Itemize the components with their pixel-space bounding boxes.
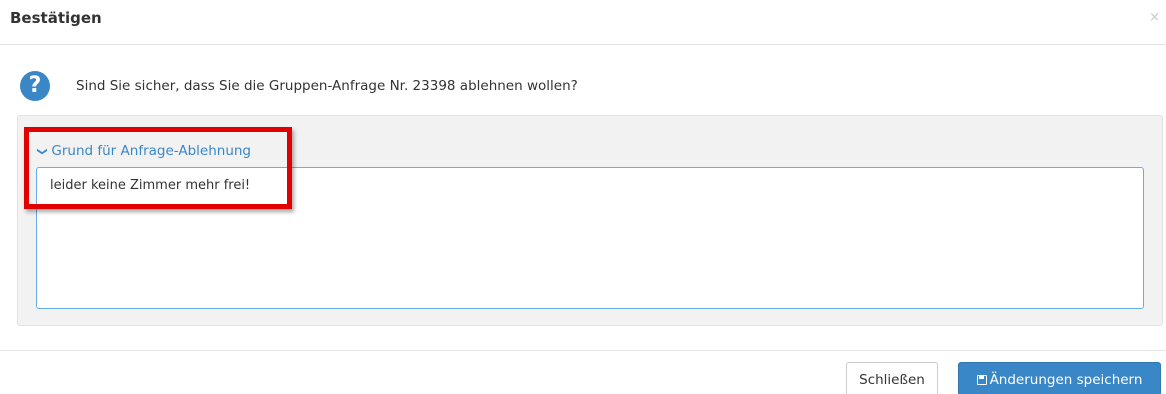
save-changes-label: Änderungen speichern — [989, 372, 1143, 388]
dialog-header: Bestätigen × — [0, 0, 1166, 45]
close-icon[interactable]: × — [1149, 10, 1160, 25]
reason-toggle[interactable]: ❯ Grund für Anfrage-Ablehnung — [36, 143, 251, 159]
floppy-disk-icon — [976, 375, 987, 385]
confirm-question-text: Sind Sie sicher, dass Sie die Gruppen-An… — [76, 78, 578, 94]
dialog-title: Bestätigen — [10, 9, 102, 27]
confirm-dialog: Bestätigen × ? Sind Sie sicher, dass Sie… — [0, 0, 1166, 394]
reason-textarea[interactable] — [36, 167, 1144, 309]
reason-header-label: Grund für Anfrage-Ablehnung — [51, 143, 251, 159]
save-changes-button[interactable]: Änderungen speichern — [958, 362, 1161, 394]
chevron-down-icon: ❯ — [36, 147, 48, 156]
footer-divider — [0, 350, 1166, 351]
question-circle-icon: ? — [20, 71, 50, 101]
close-button[interactable]: Schließen — [846, 362, 938, 394]
